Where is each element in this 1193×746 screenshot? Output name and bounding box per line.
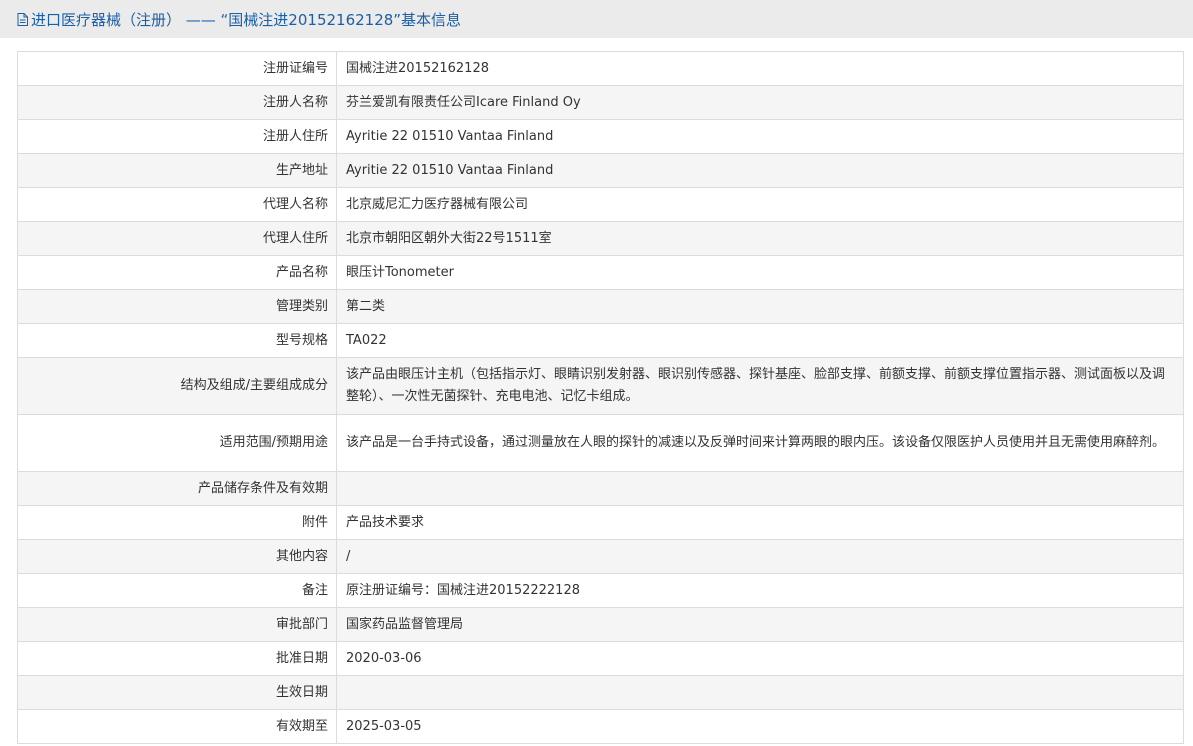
row-value: 原注册证编号：国械注进20152222128 (336, 573, 1184, 608)
row-label: 注册人住所 (17, 119, 337, 154)
row-value: 该产品由眼压计主机（包括指示灯、眼睛识别发射器、眼识别传感器、探针基座、脸部支撑… (336, 357, 1184, 415)
row-label: 注册人名称 (17, 85, 337, 120)
table-row: 生效日期 (17, 675, 1184, 710)
row-label: 其他内容 (17, 539, 337, 574)
row-value: 眼压计Tonometer (336, 255, 1184, 290)
row-value: 2020-03-06 (336, 641, 1184, 676)
row-value: 第二类 (336, 289, 1184, 324)
row-label: 代理人名称 (17, 187, 337, 222)
row-label: 附件 (17, 505, 337, 540)
table-row: 产品名称 眼压计Tonometer (17, 255, 1184, 290)
row-label: 管理类别 (17, 289, 337, 324)
table-row: 有效期至 2025-03-05 (17, 709, 1184, 744)
table-row: 型号规格 TA022 (17, 323, 1184, 358)
table-row: 产品储存条件及有效期 (17, 471, 1184, 506)
info-table: 注册证编号 国械注进20152162128 注册人名称 芬兰爱凯有限责任公司Icar… (17, 51, 1184, 744)
row-value: 2025-03-05 (336, 709, 1184, 744)
table-row: 注册人名称 芬兰爱凯有限责任公司Icare Finland Oy (17, 85, 1184, 120)
row-label: 生产地址 (17, 153, 337, 188)
info-table-container: 注册证编号 国械注进20152162128 注册人名称 芬兰爱凯有限责任公司Icar… (17, 51, 1184, 744)
row-label: 产品名称 (17, 255, 337, 290)
row-label: 批准日期 (17, 641, 337, 676)
table-row: 注册证编号 国械注进20152162128 (17, 51, 1184, 86)
document-icon (17, 12, 28, 26)
row-label: 有效期至 (17, 709, 337, 744)
table-row: 审批部门 国家药品监督管理局 (17, 607, 1184, 642)
row-value: Ayritie 22 01510 Vantaa Finland (336, 153, 1184, 188)
row-label: 备注 (17, 573, 337, 608)
row-value: 北京市朝阳区朝外大街22号1511室 (336, 221, 1184, 256)
table-row: 其他内容 / (17, 539, 1184, 574)
table-row: 管理类别 第二类 (17, 289, 1184, 324)
row-label: 审批部门 (17, 607, 337, 642)
row-value: 产品技术要求 (336, 505, 1184, 540)
table-row: 适用范围/预期用途 该产品是一台手持式设备，通过测量放在人眼的探针的减速以及反弹时… (17, 414, 1184, 472)
table-row: 注册人住所 Ayritie 22 01510 Vantaa Finland (17, 119, 1184, 154)
row-value (336, 675, 1184, 710)
table-row: 批准日期 2020-03-06 (17, 641, 1184, 676)
table-row: 结构及组成/主要组成成分 该产品由眼压计主机（包括指示灯、眼睛识别发射器、眼识别传… (17, 357, 1184, 415)
row-value: TA022 (336, 323, 1184, 358)
info-table-body: 注册证编号 国械注进20152162128 注册人名称 芬兰爱凯有限责任公司Icar… (17, 51, 1184, 744)
row-value: 国械注进20152162128 (336, 51, 1184, 86)
row-value: 该产品是一台手持式设备，通过测量放在人眼的探针的减速以及反弹时间来计算两眼的眼内… (336, 414, 1184, 472)
page-header: 进口医疗器械（注册） —— “国械注进20152162128”基本信息 (0, 0, 1193, 38)
row-value: / (336, 539, 1184, 574)
row-value (336, 471, 1184, 506)
table-row: 代理人名称 北京威尼汇力医疗器械有限公司 (17, 187, 1184, 222)
table-row: 生产地址 Ayritie 22 01510 Vantaa Finland (17, 153, 1184, 188)
table-row: 附件 产品技术要求 (17, 505, 1184, 540)
row-label: 生效日期 (17, 675, 337, 710)
row-label: 型号规格 (17, 323, 337, 358)
row-label: 产品储存条件及有效期 (17, 471, 337, 506)
table-row: 备注 原注册证编号：国械注进20152222128 (17, 573, 1184, 608)
row-value: 国家药品监督管理局 (336, 607, 1184, 642)
row-label: 适用范围/预期用途 (17, 414, 337, 472)
row-value: Ayritie 22 01510 Vantaa Finland (336, 119, 1184, 154)
row-value: 芬兰爱凯有限责任公司Icare Finland Oy (336, 85, 1184, 120)
row-label: 注册证编号 (17, 51, 337, 86)
row-label: 结构及组成/主要组成成分 (17, 357, 337, 415)
page-title: 进口医疗器械（注册） —— “国械注进20152162128”基本信息 (31, 10, 462, 29)
table-row: 代理人住所 北京市朝阳区朝外大街22号1511室 (17, 221, 1184, 256)
row-value: 北京威尼汇力医疗器械有限公司 (336, 187, 1184, 222)
row-label: 代理人住所 (17, 221, 337, 256)
